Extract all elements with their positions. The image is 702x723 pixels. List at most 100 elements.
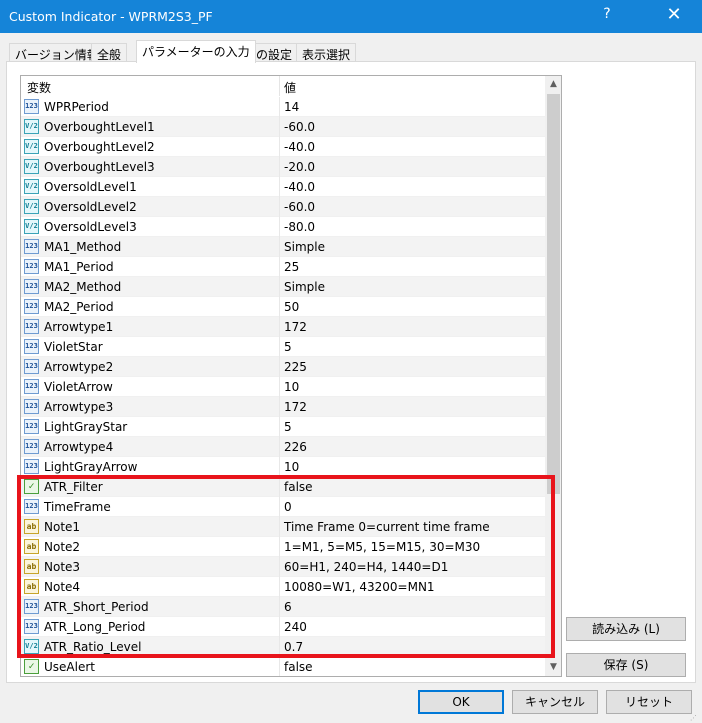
parameter-name: Note3 xyxy=(44,560,81,574)
parameter-value[interactable]: Simple xyxy=(284,280,325,294)
parameter-name: Arrowtype2 xyxy=(44,360,114,374)
column-divider xyxy=(279,397,280,417)
ok-button[interactable]: OK xyxy=(418,690,504,714)
int-type-icon: 123 xyxy=(24,619,39,634)
parameter-row[interactable]: 123 MA1_Period 25 xyxy=(21,257,545,277)
parameter-row[interactable]: 123 Arrowtype1 172 xyxy=(21,317,545,337)
column-divider xyxy=(279,417,280,437)
close-button[interactable]: ✕ xyxy=(654,4,694,30)
parameter-row[interactable]: V/2 OverboughtLevel2 -40.0 xyxy=(21,137,545,157)
parameter-row[interactable]: 123 LightGrayArrow 10 xyxy=(21,457,545,477)
parameter-value[interactable]: 10 xyxy=(284,460,299,474)
scroll-down-icon[interactable]: ▼ xyxy=(545,659,561,676)
parameter-row[interactable]: ab Note3 60=H1, 240=H4, 1440=D1 xyxy=(21,557,545,577)
parameter-row[interactable]: 123 Arrowtype3 172 xyxy=(21,397,545,417)
parameter-value[interactable]: false xyxy=(284,480,313,494)
parameter-row[interactable]: V/2 OversoldLevel2 -60.0 xyxy=(21,197,545,217)
parameter-name: Arrowtype3 xyxy=(44,400,114,414)
scroll-up-icon[interactable]: ▲ xyxy=(545,76,561,93)
parameter-row[interactable]: 123 ATR_Short_Period 6 xyxy=(21,597,545,617)
tab-strip: バージョン情報 全般 パラメーターの入力 色の設定 表示選択 xyxy=(0,40,702,63)
parameter-row[interactable]: V/2 ATR_Ratio_Level 0.7 xyxy=(21,637,545,657)
string-type-icon: ab xyxy=(24,579,39,594)
parameter-value[interactable]: 50 xyxy=(284,300,299,314)
parameter-row[interactable]: V/2 OversoldLevel3 -80.0 xyxy=(21,217,545,237)
parameter-value[interactable]: 240 xyxy=(284,620,307,634)
parameter-value[interactable]: 0 xyxy=(284,500,292,514)
parameter-row[interactable]: V/2 OversoldLevel1 -40.0 xyxy=(21,177,545,197)
parameter-row[interactable]: ab Note4 10080=W1, 43200=MN1 xyxy=(21,577,545,597)
parameter-value[interactable]: 10080=W1, 43200=MN1 xyxy=(284,580,435,594)
column-header-variable[interactable]: 変数 xyxy=(27,79,51,96)
parameter-row[interactable]: 123 Arrowtype2 225 xyxy=(21,357,545,377)
help-button[interactable]: ? xyxy=(592,6,622,28)
parameter-row[interactable]: V/2 OverboughtLevel3 -20.0 xyxy=(21,157,545,177)
parameter-value[interactable]: -40.0 xyxy=(284,140,315,154)
parameter-value[interactable]: 60=H1, 240=H4, 1440=D1 xyxy=(284,560,448,574)
load-button[interactable]: 読み込み (L) xyxy=(566,617,686,641)
cancel-button[interactable]: キャンセル xyxy=(512,690,598,714)
parameter-name: Arrowtype1 xyxy=(44,320,114,334)
parameter-value[interactable]: -80.0 xyxy=(284,220,315,234)
column-divider xyxy=(279,177,280,197)
parameter-value[interactable]: 6 xyxy=(284,600,292,614)
parameter-value[interactable]: -60.0 xyxy=(284,200,315,214)
parameter-row[interactable]: 123 TimeFrame 0 xyxy=(21,497,545,517)
parameter-row[interactable]: ✓ UseAlert false xyxy=(21,657,545,676)
parameter-value[interactable]: 172 xyxy=(284,400,307,414)
parameter-row[interactable]: ab Note2 1=M1, 5=M5, 15=M15, 30=M30 xyxy=(21,537,545,557)
parameter-value[interactable]: 5 xyxy=(284,340,292,354)
parameter-row[interactable]: ✓ ATR_Filter false xyxy=(21,477,545,497)
reset-button[interactable]: リセット xyxy=(606,690,692,714)
header-divider[interactable] xyxy=(279,76,280,96)
parameter-row[interactable]: 123 MA2_Method Simple xyxy=(21,277,545,297)
parameter-value[interactable]: 225 xyxy=(284,360,307,374)
parameter-name: UseAlert xyxy=(44,660,95,674)
resize-grip-icon[interactable]: ⋰ xyxy=(690,714,700,722)
vertical-scrollbar[interactable]: ▲ ▼ xyxy=(545,76,561,676)
parameter-value[interactable]: 1=M1, 5=M5, 15=M15, 30=M30 xyxy=(284,540,480,554)
parameter-row[interactable]: 123 ATR_Long_Period 240 xyxy=(21,617,545,637)
double-type-icon: V/2 xyxy=(24,119,39,134)
bool-type-icon: ✓ xyxy=(24,479,39,494)
tab-parameters[interactable]: パラメーターの入力 xyxy=(136,40,256,63)
column-divider xyxy=(279,337,280,357)
parameter-row[interactable]: 123 VioletArrow 10 xyxy=(21,377,545,397)
parameter-value[interactable]: 5 xyxy=(284,420,292,434)
parameter-value[interactable]: 25 xyxy=(284,260,299,274)
parameter-row[interactable]: 123 MA1_Method Simple xyxy=(21,237,545,257)
parameter-value[interactable]: 14 xyxy=(284,100,299,114)
parameter-row[interactable]: 123 Arrowtype4 226 xyxy=(21,437,545,457)
parameters-grid: 変数 値 123 WPRPeriod 14 V/2 OverboughtLevel1 -6… xyxy=(20,75,562,677)
parameter-value[interactable]: Time Frame 0=current time frame xyxy=(284,520,490,534)
parameter-value[interactable]: 10 xyxy=(284,380,299,394)
parameter-value[interactable]: 0.7 xyxy=(284,640,303,654)
parameter-row[interactable]: 123 VioletStar 5 xyxy=(21,337,545,357)
string-type-icon: ab xyxy=(24,559,39,574)
scroll-thumb[interactable] xyxy=(547,94,560,494)
parameter-row[interactable]: ab Note1 Time Frame 0=current time frame xyxy=(21,517,545,537)
parameter-value[interactable]: -20.0 xyxy=(284,160,315,174)
tab-visualization[interactable]: 表示選択 xyxy=(296,43,357,62)
parameter-value[interactable]: -40.0 xyxy=(284,180,315,194)
save-button[interactable]: 保存 (S) xyxy=(566,653,686,677)
parameter-row[interactable]: 123 WPRPeriod 14 xyxy=(21,97,545,117)
parameter-row[interactable]: 123 MA2_Period 50 xyxy=(21,297,545,317)
double-type-icon: V/2 xyxy=(24,199,39,214)
column-divider xyxy=(279,257,280,277)
parameter-value[interactable]: 172 xyxy=(284,320,307,334)
parameter-value[interactable]: 226 xyxy=(284,440,307,454)
parameter-row[interactable]: 123 LightGrayStar 5 xyxy=(21,417,545,437)
parameter-value[interactable]: -60.0 xyxy=(284,120,315,134)
parameter-value[interactable]: Simple xyxy=(284,240,325,254)
column-header-value[interactable]: 値 xyxy=(284,79,296,96)
int-type-icon: 123 xyxy=(24,259,39,274)
double-type-icon: V/2 xyxy=(24,639,39,654)
column-divider xyxy=(279,657,280,676)
parameter-name: OverboughtLevel2 xyxy=(44,140,155,154)
parameter-value[interactable]: false xyxy=(284,660,313,674)
tab-general[interactable]: 全般 xyxy=(91,43,128,62)
parameter-row[interactable]: V/2 OverboughtLevel1 -60.0 xyxy=(21,117,545,137)
parameter-name: VioletArrow xyxy=(44,380,113,394)
double-type-icon: V/2 xyxy=(24,219,39,234)
